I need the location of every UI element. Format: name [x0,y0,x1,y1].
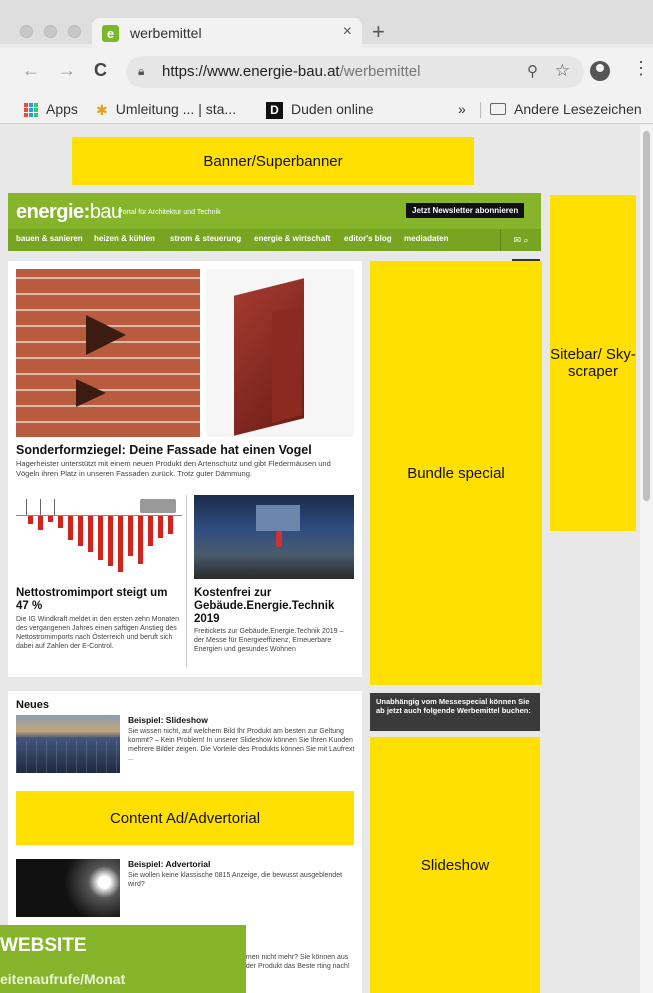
ad-slot-banner: Banner/Superbanner [72,137,474,185]
forward-icon[interactable]: → [58,60,76,81]
bird-niche-shape [86,315,126,355]
browser-tab[interactable]: e werbemittel × [92,18,362,48]
bird-niche-shape [76,379,106,407]
new-tab-icon[interactable]: + [372,19,385,45]
bookmarks-overflow-icon[interactable]: » [458,101,466,117]
example-title[interactable]: Beispiel: Advertorial [128,859,210,869]
article-desc: Die IG Windkraft meldet in den ersten ze… [16,616,180,651]
ad-slot-sitebar: Sitebar/ Sky- scraper [550,195,636,531]
url-text: https://www.energie-bau.at/werbemittel [162,63,421,80]
article-desc: Freitickets zur Gebäude.Energie.Technik … [194,628,344,654]
wind-turbine-shape [40,499,41,515]
chart-bar [98,516,103,560]
nav-item-bauen[interactable]: bauen & sanieren [16,234,83,243]
wind-turbine-shape [26,499,27,515]
example-desc: Sie wollen keine klassische 0815 Anzeige… [128,872,343,889]
bookmark-star-icon[interactable]: ☆ [555,61,570,81]
nav-item-editors-blog[interactable]: editor's blog [344,234,392,243]
example-image-solar[interactable] [16,715,120,773]
article-title[interactable]: Kostenfrei zur Gebäude.Energie.Technik 2… [194,587,354,627]
chart-bar [108,516,113,566]
nav-item-strom[interactable]: strom & steuerung [170,234,241,243]
website-title: WEBSITE [0,935,87,956]
wind-turbine-shape [54,499,55,515]
window-zoom-icon[interactable] [68,25,81,38]
favicon-icon: e [102,25,119,42]
section-title: Neues [16,699,50,711]
address-bar[interactable]: 🔒︎ https://www.energie-bau.at/werbemitte… [126,56,584,88]
nav-item-mediadaten[interactable]: mediadaten [404,234,448,243]
page-scrollbar[interactable] [640,125,653,993]
article-image-conference[interactable] [194,495,354,579]
scrollbar-thumb[interactable] [643,131,650,501]
website-subtitle: eitenaufrufe/Monat [0,971,126,987]
factory-shape [140,499,176,513]
browser-toolbar: ← → C 🔒︎ https://www.energie-bau.at/werb… [0,48,653,96]
article-title[interactable]: Sonderformziegel: Deine Fassade hat eine… [16,443,312,457]
chart-bar [128,516,133,556]
apps-grid-icon [24,103,38,118]
nav-item-heizen[interactable]: heizen & kühlen [94,234,155,243]
chart-bar [78,516,83,546]
window-close-icon[interactable] [20,25,33,38]
reload-icon[interactable]: C [94,60,107,81]
column-divider [186,495,187,667]
bookmark-umleitung[interactable]: ✱ Umleitung ... | sta... [96,101,236,119]
brick-model-shape [272,305,302,423]
page-viewport: Banner/Superbanner energie:bau Portal fü… [0,125,653,993]
duden-icon: D [266,101,283,119]
ad-slot-bundle: Bundle special [370,261,542,685]
chart-bar [68,516,73,540]
article-image-chart[interactable] [16,495,182,583]
chart-bar [158,516,163,538]
ad-slot-content-ad: Content Ad/Advertorial [16,791,354,845]
chart-bar [58,516,63,528]
sidebar-note: Unabhängig vom Messespecial können Sie a… [370,693,540,731]
bookmarks-separator [480,102,481,118]
content-card: Sonderformziegel: Deine Fassade hat eine… [8,261,362,677]
browser-tab-bar: e werbemittel × + [0,0,653,48]
example-desc: umen nicht mehr? Sie können aus oder Pro… [242,954,350,971]
example-image-bulb[interactable] [16,859,120,917]
bookmarks-bar: Apps ✱ Umleitung ... | sta... D Duden onli… [0,96,653,124]
nav-mail-search-icons[interactable]: ✉ ⌕ [500,229,541,251]
bookmark-apps[interactable]: Apps [24,101,78,118]
nav-item-energie[interactable]: energie & wirtschaft [254,234,330,243]
chart-bar [118,516,123,572]
example-desc: Sie wissen nicht, auf welchem Bild Ihr P… [128,728,355,763]
website-info-box: WEBSITE eitenaufrufe/Monat [0,925,246,993]
article-desc: Hagerheister unterstützt mit einem neuen… [16,459,331,478]
article-image-bricks[interactable] [16,269,200,437]
article-image-brick-model[interactable] [206,269,354,437]
site-nav: bauen & sanieren heizen & kühlen strom &… [8,229,541,251]
tab-close-icon[interactable]: × [343,23,352,41]
tab-title: werbemittel [130,25,202,41]
example-title[interactable]: Beispiel: Slideshow [128,715,208,725]
conference-screen-shape [256,505,300,531]
site-header: energie:bau Portal für Architektur und T… [8,193,541,251]
bookmark-duden[interactable]: D Duden online [266,101,374,119]
conference-speaker-shape [276,531,282,547]
menu-dots-icon[interactable]: ⋮ [632,58,650,79]
chart-bar [168,516,173,534]
back-icon[interactable]: ← [22,60,40,81]
chart-bar [148,516,153,546]
chart-bar [138,516,143,564]
site-tagline: Portal für Architektur und Technik [118,209,221,216]
folder-icon [490,103,506,116]
site-logo[interactable]: energie:bau [16,201,122,224]
chart-bar [38,516,43,530]
ad-slot-slideshow: Slideshow [370,737,540,993]
chart-bar [88,516,93,552]
profile-icon[interactable] [590,61,610,81]
chart-bar [28,516,33,524]
lock-icon: 🔒︎ [138,64,145,78]
zoom-icon[interactable]: ⚲ [527,62,538,80]
article-title[interactable]: Nettostromimport steigt um 47 % [16,587,182,613]
chart-bar [48,516,53,522]
bookmark-andere-lesezeichen[interactable]: Andere Lesezeichen [490,101,642,117]
slack-icon: ✱ [96,101,108,118]
window-minimize-icon[interactable] [44,25,57,38]
newsletter-button[interactable]: Jetzt Newsletter abonnieren [406,203,525,218]
